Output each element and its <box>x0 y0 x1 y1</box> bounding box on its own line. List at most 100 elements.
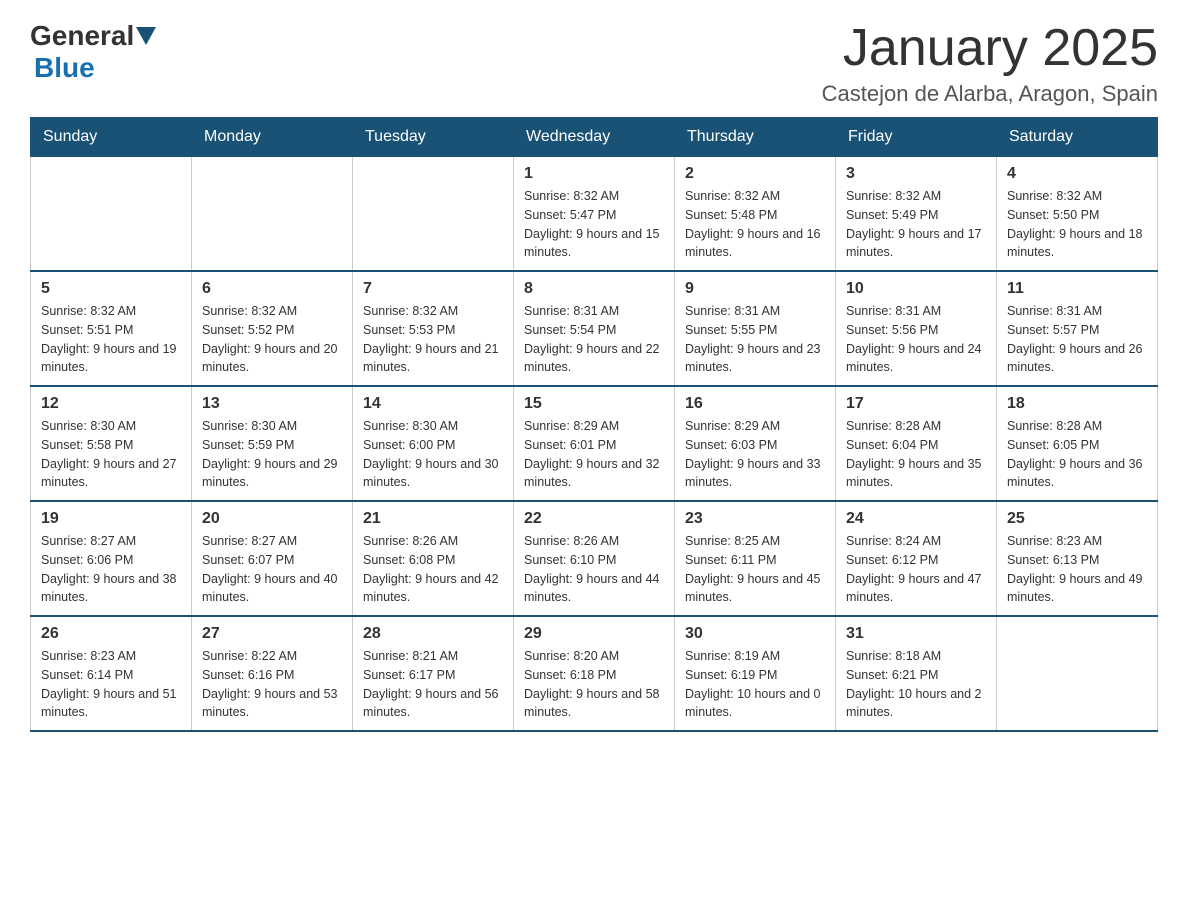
day-cell: 26 Sunrise: 8:23 AMSunset: 6:14 PMDayligh… <box>31 616 192 731</box>
logo-arrow-icon <box>136 27 156 45</box>
header-monday: Monday <box>192 118 353 157</box>
day-cell: 29 Sunrise: 8:20 AMSunset: 6:18 PMDayligh… <box>514 616 675 731</box>
day-cell: 30Sunrise: 8:19 AMSunset: 6:19 PMDayligh… <box>675 616 836 731</box>
page-header: General Blue January 2025 Castejon de Al… <box>30 20 1158 107</box>
calendar-table: SundayMondayTuesdayWednesdayThursdayFrid… <box>30 117 1158 732</box>
header-row: SundayMondayTuesdayWednesdayThursdayFrid… <box>31 118 1158 157</box>
day-info: Sunrise: 8:23 AMSunset: 6:14 PMDaylight:… <box>41 647 181 722</box>
day-cell: 24 Sunrise: 8:24 AMSunset: 6:12 PMDayligh… <box>836 501 997 616</box>
location-subtitle: Castejon de Alarba, Aragon, Spain <box>822 81 1158 107</box>
day-info: Sunrise: 8:32 AMSunset: 5:52 PMDaylight:… <box>202 302 342 377</box>
day-info: Sunrise: 8:31 AMSunset: 5:55 PMDaylight:… <box>685 302 825 377</box>
day-info: Sunrise: 8:31 AMSunset: 5:56 PMDaylight:… <box>846 302 986 377</box>
day-cell: 9 Sunrise: 8:31 AMSunset: 5:55 PMDaylight… <box>675 271 836 386</box>
day-cell: 28 Sunrise: 8:21 AMSunset: 6:17 PMDayligh… <box>353 616 514 731</box>
day-number: 6 <box>202 280 342 298</box>
day-number: 19 <box>41 510 181 528</box>
week-row-2: 12 Sunrise: 8:30 AMSunset: 5:58 PMDayligh… <box>31 386 1158 501</box>
header-saturday: Saturday <box>997 118 1158 157</box>
day-cell: 27 Sunrise: 8:22 AMSunset: 6:16 PMDayligh… <box>192 616 353 731</box>
day-info: Sunrise: 8:26 AMSunset: 6:08 PMDaylight:… <box>363 532 503 607</box>
day-cell: 31 Sunrise: 8:18 AMSunset: 6:21 PMDayligh… <box>836 616 997 731</box>
day-number: 14 <box>363 395 503 413</box>
logo-general: General <box>30 20 134 52</box>
day-info: Sunrise: 8:28 AMSunset: 6:04 PMDaylight:… <box>846 417 986 492</box>
day-number: 13 <box>202 395 342 413</box>
day-number: 15 <box>524 395 664 413</box>
week-row-1: 5Sunrise: 8:32 AMSunset: 5:51 PMDaylight… <box>31 271 1158 386</box>
day-info: Sunrise: 8:30 AMSunset: 5:59 PMDaylight:… <box>202 417 342 492</box>
day-info: Sunrise: 8:26 AMSunset: 6:10 PMDaylight:… <box>524 532 664 607</box>
day-number: 3 <box>846 165 986 183</box>
day-info: Sunrise: 8:19 AMSunset: 6:19 PMDaylight:… <box>685 647 825 722</box>
day-cell: 14Sunrise: 8:30 AMSunset: 6:00 PMDayligh… <box>353 386 514 501</box>
day-cell: 23 Sunrise: 8:25 AMSunset: 6:11 PMDayligh… <box>675 501 836 616</box>
day-cell: 13 Sunrise: 8:30 AMSunset: 5:59 PMDayligh… <box>192 386 353 501</box>
day-cell: 20Sunrise: 8:27 AMSunset: 6:07 PMDayligh… <box>192 501 353 616</box>
day-info: Sunrise: 8:28 AMSunset: 6:05 PMDaylight:… <box>1007 417 1147 492</box>
header-tuesday: Tuesday <box>353 118 514 157</box>
day-cell <box>353 157 514 272</box>
day-number: 9 <box>685 280 825 298</box>
day-number: 29 <box>524 625 664 643</box>
day-number: 2 <box>685 165 825 183</box>
day-number: 31 <box>846 625 986 643</box>
day-number: 22 <box>524 510 664 528</box>
day-info: Sunrise: 8:32 AMSunset: 5:49 PMDaylight:… <box>846 187 986 262</box>
day-number: 10 <box>846 280 986 298</box>
day-number: 8 <box>524 280 664 298</box>
day-info: Sunrise: 8:32 AMSunset: 5:50 PMDaylight:… <box>1007 187 1147 262</box>
day-number: 28 <box>363 625 503 643</box>
title-area: January 2025 Castejon de Alarba, Aragon,… <box>822 20 1158 107</box>
day-info: Sunrise: 8:18 AMSunset: 6:21 PMDaylight:… <box>846 647 986 722</box>
header-friday: Friday <box>836 118 997 157</box>
day-number: 1 <box>524 165 664 183</box>
day-info: Sunrise: 8:32 AMSunset: 5:51 PMDaylight:… <box>41 302 181 377</box>
day-info: Sunrise: 8:30 AMSunset: 5:58 PMDaylight:… <box>41 417 181 492</box>
day-info: Sunrise: 8:31 AMSunset: 5:57 PMDaylight:… <box>1007 302 1147 377</box>
day-number: 25 <box>1007 510 1147 528</box>
day-cell: 21Sunrise: 8:26 AMSunset: 6:08 PMDayligh… <box>353 501 514 616</box>
day-number: 12 <box>41 395 181 413</box>
day-cell: 16Sunrise: 8:29 AMSunset: 6:03 PMDayligh… <box>675 386 836 501</box>
week-row-3: 19 Sunrise: 8:27 AMSunset: 6:06 PMDayligh… <box>31 501 1158 616</box>
day-number: 24 <box>846 510 986 528</box>
day-cell: 12 Sunrise: 8:30 AMSunset: 5:58 PMDayligh… <box>31 386 192 501</box>
day-number: 27 <box>202 625 342 643</box>
day-cell: 8Sunrise: 8:31 AMSunset: 5:54 PMDaylight… <box>514 271 675 386</box>
day-info: Sunrise: 8:22 AMSunset: 6:16 PMDaylight:… <box>202 647 342 722</box>
logo: General Blue <box>30 20 158 84</box>
week-row-4: 26 Sunrise: 8:23 AMSunset: 6:14 PMDayligh… <box>31 616 1158 731</box>
day-number: 4 <box>1007 165 1147 183</box>
day-cell: 11 Sunrise: 8:31 AMSunset: 5:57 PMDayligh… <box>997 271 1158 386</box>
day-number: 7 <box>363 280 503 298</box>
day-info: Sunrise: 8:24 AMSunset: 6:12 PMDaylight:… <box>846 532 986 607</box>
day-info: Sunrise: 8:20 AMSunset: 6:18 PMDaylight:… <box>524 647 664 722</box>
day-cell: 2 Sunrise: 8:32 AMSunset: 5:48 PMDaylight… <box>675 157 836 272</box>
week-row-0: 1 Sunrise: 8:32 AMSunset: 5:47 PMDaylight… <box>31 157 1158 272</box>
logo-blue: Blue <box>34 52 95 83</box>
day-cell: 22 Sunrise: 8:26 AMSunset: 6:10 PMDayligh… <box>514 501 675 616</box>
header-sunday: Sunday <box>31 118 192 157</box>
day-cell: 18Sunrise: 8:28 AMSunset: 6:05 PMDayligh… <box>997 386 1158 501</box>
day-cell <box>192 157 353 272</box>
day-number: 23 <box>685 510 825 528</box>
day-cell <box>31 157 192 272</box>
day-cell: 10 Sunrise: 8:31 AMSunset: 5:56 PMDayligh… <box>836 271 997 386</box>
day-info: Sunrise: 8:32 AMSunset: 5:47 PMDaylight:… <box>524 187 664 262</box>
day-info: Sunrise: 8:21 AMSunset: 6:17 PMDaylight:… <box>363 647 503 722</box>
day-number: 20 <box>202 510 342 528</box>
day-info: Sunrise: 8:27 AMSunset: 6:06 PMDaylight:… <box>41 532 181 607</box>
day-info: Sunrise: 8:32 AMSunset: 5:53 PMDaylight:… <box>363 302 503 377</box>
day-cell: 4 Sunrise: 8:32 AMSunset: 5:50 PMDaylight… <box>997 157 1158 272</box>
day-info: Sunrise: 8:32 AMSunset: 5:48 PMDaylight:… <box>685 187 825 262</box>
day-number: 16 <box>685 395 825 413</box>
day-number: 26 <box>41 625 181 643</box>
day-cell: 7 Sunrise: 8:32 AMSunset: 5:53 PMDaylight… <box>353 271 514 386</box>
day-cell: 25 Sunrise: 8:23 AMSunset: 6:13 PMDayligh… <box>997 501 1158 616</box>
day-info: Sunrise: 8:25 AMSunset: 6:11 PMDaylight:… <box>685 532 825 607</box>
day-info: Sunrise: 8:23 AMSunset: 6:13 PMDaylight:… <box>1007 532 1147 607</box>
day-cell: 17Sunrise: 8:28 AMSunset: 6:04 PMDayligh… <box>836 386 997 501</box>
header-thursday: Thursday <box>675 118 836 157</box>
day-number: 11 <box>1007 280 1147 298</box>
